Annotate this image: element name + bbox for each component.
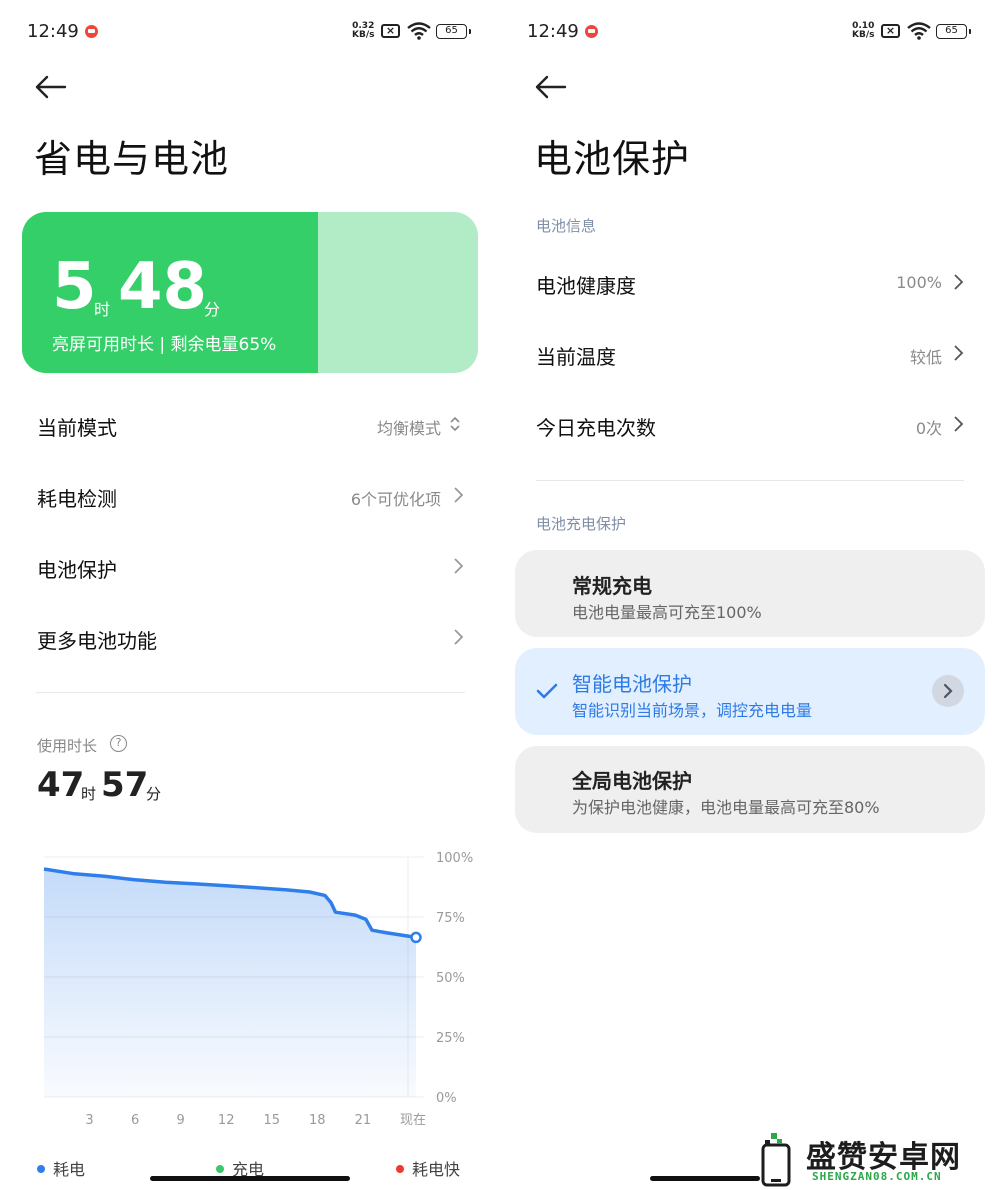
x-tick-label: 18 xyxy=(309,1113,326,1128)
page-title: 省电与电池 xyxy=(34,137,230,181)
network-speed: 0.10 KB/s xyxy=(852,21,875,40)
y-tick-label: 75% xyxy=(436,911,465,926)
home-indicator[interactable] xyxy=(150,1176,350,1181)
row-current-temperature[interactable]: 当前温度 较低 xyxy=(500,321,1000,385)
back-arrow-icon[interactable] xyxy=(34,72,68,102)
x-tick-label: 21 xyxy=(355,1113,372,1128)
row-label: 电池健康度 xyxy=(536,274,636,298)
legend-dot xyxy=(37,1165,45,1173)
row-value: 100% xyxy=(896,273,942,292)
option-detail-button[interactable] xyxy=(932,675,964,707)
up-down-chevron-icon xyxy=(450,416,460,432)
screen-record-icon xyxy=(585,25,598,38)
legend-item: 耗电快 xyxy=(396,1156,460,1180)
battery-icon: 65 xyxy=(936,24,971,39)
row-value: 均衡模式 xyxy=(376,419,441,438)
row-today-charge-count[interactable]: 今日充电次数 0次 xyxy=(500,392,1000,456)
chevron-right-icon xyxy=(954,345,964,361)
series-area xyxy=(44,869,416,1097)
row-label: 电池保护 xyxy=(37,558,117,582)
usage-hours: 47 xyxy=(37,765,85,805)
x-tick-label: 12 xyxy=(218,1113,235,1128)
legend-dot xyxy=(396,1165,404,1173)
no-sim-icon: × xyxy=(381,24,400,38)
option-title: 常规充电 xyxy=(572,574,652,598)
row-value: 较低 xyxy=(909,348,942,367)
usage-hours-unit: 时 xyxy=(81,785,97,803)
row-battery-health[interactable]: 电池健康度 100% xyxy=(500,250,1000,314)
chevron-right-icon xyxy=(943,683,953,699)
y-tick-label: 100% xyxy=(436,851,473,866)
row-label: 今日充电次数 xyxy=(536,416,656,440)
usage-minutes-unit: 分 xyxy=(146,785,162,803)
minutes-unit: 分 xyxy=(204,300,221,319)
row-value: 6个可优化项 xyxy=(350,490,441,509)
usage-duration-label: 使用时长 xyxy=(37,737,98,755)
row-label: 当前模式 xyxy=(37,416,117,440)
y-tick-label: 0% xyxy=(436,1091,457,1106)
option-title: 全局电池保护 xyxy=(572,769,692,793)
y-tick-label: 50% xyxy=(436,971,465,986)
row-battery-protection[interactable]: 电池保护 xyxy=(0,534,500,598)
row-current-mode[interactable]: 当前模式 均衡模式 xyxy=(0,392,500,456)
row-more-battery-features[interactable]: 更多电池功能 xyxy=(0,605,500,669)
battery-saver-screen: 12:49 0.32 KB/s × 65 省电与电池 5 时 48 分 亮屏可用时… xyxy=(0,0,500,1190)
battery-card-subtitle: 亮屏可用时长 | 剩余电量65% xyxy=(52,335,277,355)
screen-record-icon xyxy=(85,25,98,38)
chevron-right-icon xyxy=(454,487,464,503)
network-speed: 0.32 KB/s xyxy=(352,21,375,40)
divider xyxy=(36,692,465,693)
section-battery-info: 电池信息 xyxy=(536,217,597,235)
page-title: 电池保护 xyxy=(534,137,691,181)
option-description: 智能识别当前场景，调控充电电量 xyxy=(572,701,813,720)
row-value: 0次 xyxy=(915,419,942,438)
legend-dot xyxy=(216,1165,224,1173)
back-arrow-icon[interactable] xyxy=(534,72,568,102)
wifi-icon xyxy=(907,22,931,40)
section-charge-protection: 电池充电保护 xyxy=(536,515,627,533)
y-tick-label: 25% xyxy=(436,1031,465,1046)
legend-item: 耗电 xyxy=(37,1156,85,1180)
x-tick-label: 15 xyxy=(263,1113,280,1128)
option-title: 智能电池保护 xyxy=(572,672,692,696)
watermark-url: SHENGZAN08.COM.CN xyxy=(812,1170,942,1183)
checkmark-icon xyxy=(536,683,558,699)
row-power-check[interactable]: 耗电检测 6个可优化项 xyxy=(0,463,500,527)
watermark-logo-icon xyxy=(761,1133,791,1187)
chevron-right-icon xyxy=(954,274,964,290)
row-label: 更多电池功能 xyxy=(37,629,157,653)
chevron-right-icon xyxy=(454,558,464,574)
remaining-hours: 5 xyxy=(52,250,97,324)
wifi-icon xyxy=(407,22,431,40)
remaining-minutes: 48 xyxy=(118,250,208,324)
x-tick-label: 3 xyxy=(85,1113,93,1128)
home-indicator[interactable] xyxy=(650,1176,760,1181)
x-tick-label: 6 xyxy=(131,1113,139,1128)
row-label: 耗电检测 xyxy=(37,487,117,511)
option-description: 为保护电池健康，电池电量最高可充至80% xyxy=(572,798,880,817)
help-icon[interactable]: ? xyxy=(110,735,127,752)
battery-icon: 65 xyxy=(436,24,471,39)
no-sim-icon: × xyxy=(881,24,900,38)
chevron-right-icon xyxy=(954,416,964,432)
x-tick-label: 9 xyxy=(177,1113,185,1128)
usage-minutes: 57 xyxy=(101,765,149,805)
row-label: 当前温度 xyxy=(536,345,616,369)
hours-unit: 时 xyxy=(94,300,111,319)
divider xyxy=(536,480,964,481)
current-point xyxy=(410,931,422,944)
battery-level-chart: 3 6 9 12 15 18 21 现在 100% 75% 50% 25% 0% xyxy=(43,851,473,1128)
x-tick-label: 现在 xyxy=(400,1113,426,1128)
status-time: 12:49 xyxy=(527,21,579,42)
chevron-right-icon xyxy=(454,629,464,645)
status-time: 12:49 xyxy=(27,21,79,42)
option-description: 电池电量最高可充至100% xyxy=(572,603,762,622)
